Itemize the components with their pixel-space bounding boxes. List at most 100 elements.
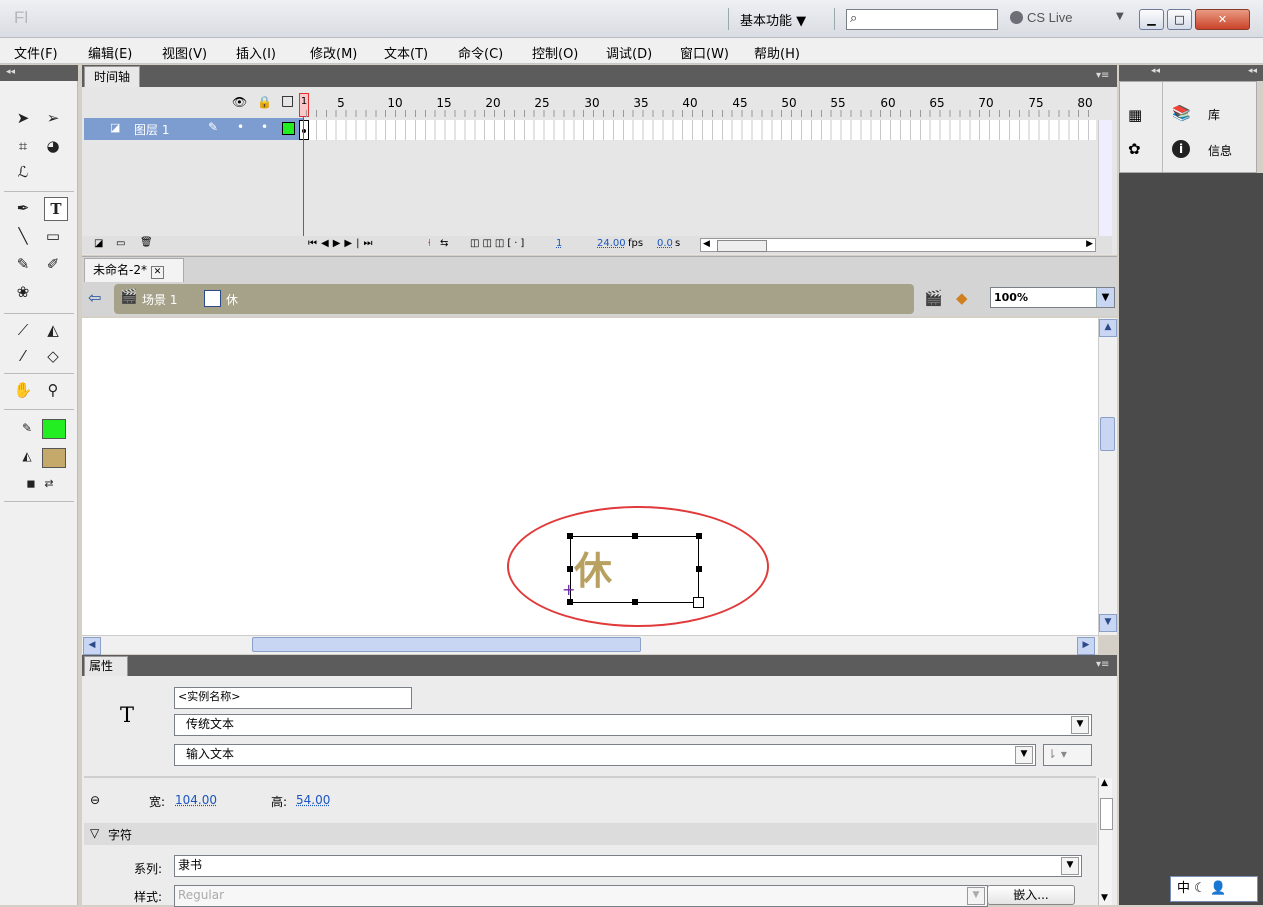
collapse-icon[interactable]: ◂◂ [1248, 66, 1257, 76]
resize-handle[interactable] [632, 533, 638, 539]
resize-handle[interactable] [693, 597, 704, 608]
edit-scene-icon[interactable]: 🎬 [924, 289, 943, 307]
tab-timeline[interactable]: 时间轴 [84, 66, 140, 87]
library-icon[interactable]: 📚 [1172, 104, 1191, 122]
layer-outline-color[interactable] [282, 122, 295, 135]
menu-modify[interactable]: 修改(M) [310, 43, 357, 62]
toolbox-collapse-icon[interactable]: ◂◂ [0, 65, 78, 81]
link-icon[interactable]: ⊖ [90, 793, 100, 807]
chevron-down-icon[interactable]: ▼ [1015, 746, 1033, 764]
ime-toolbar[interactable]: 中 ☾ 👤 [1170, 876, 1258, 902]
swatches-icon[interactable]: ▦ [1128, 106, 1142, 124]
scroll-left-icon[interactable]: ◀ [703, 239, 710, 249]
lasso-tool-icon[interactable]: ℒ [12, 161, 34, 183]
eye-icon[interactable]: 👁 [232, 95, 247, 109]
font-style-select[interactable]: Regular ▼ [174, 885, 988, 907]
subselection-tool-icon[interactable]: ➢ [42, 107, 64, 129]
3d-rotation-tool-icon[interactable]: ◕ [42, 135, 64, 157]
menu-debug[interactable]: 调试(D) [606, 43, 652, 62]
chevron-down-icon[interactable]: ▼ [1071, 716, 1089, 734]
info-icon[interactable]: i [1172, 140, 1190, 158]
brush-tool-icon[interactable]: ✐ [42, 253, 64, 275]
keyframe[interactable] [299, 120, 309, 140]
current-frame-value[interactable]: 1 [556, 238, 562, 249]
width-value[interactable]: 104.00 [175, 793, 217, 807]
hand-icon[interactable]: ✋ [12, 379, 34, 401]
edit-symbol-icon[interactable]: ◆ [956, 289, 968, 307]
back-arrow-icon[interactable]: ⇦ [88, 288, 101, 307]
zoom-icon[interactable]: ⚲ [42, 379, 64, 401]
time-value[interactable]: 0.0 [657, 238, 673, 249]
pen-tool-icon[interactable]: ✒ [12, 197, 34, 219]
new-folder-icon[interactable]: ▭ [116, 238, 125, 249]
menu-edit[interactable]: 编辑(E) [88, 43, 132, 62]
loop-icon[interactable]: ⇆ [440, 238, 448, 249]
stage-vertical-scrollbar[interactable] [1098, 318, 1117, 635]
help-search-input[interactable]: ⌕ [846, 9, 998, 30]
maximize-button[interactable]: □ [1167, 9, 1192, 30]
playback-controls[interactable]: ⏮◀▶▶|⏭ [308, 238, 376, 249]
menu-commands[interactable]: 命令(C) [458, 43, 503, 62]
resize-handle[interactable] [567, 533, 573, 539]
lock-icon[interactable]: 🔒 [257, 95, 272, 109]
chevron-down-icon[interactable]: ▼ [1061, 857, 1079, 875]
stage-text[interactable]: 休 [574, 540, 612, 595]
chevron-down-icon[interactable]: ▼ [967, 887, 985, 905]
user-icon[interactable]: 👤 [1210, 881, 1226, 896]
close-icon[interactable]: ✕ [150, 266, 164, 279]
scroll-down-icon[interactable]: ▼ [1101, 893, 1108, 903]
eyedropper-icon[interactable]: ⁄ [12, 345, 34, 367]
resize-handle[interactable] [567, 566, 573, 572]
workspace-switcher[interactable]: 基本功能 ▼ [740, 10, 806, 29]
chevron-down-icon[interactable]: ▼ [1116, 11, 1124, 22]
scroll-right-icon[interactable]: ▶ [1086, 239, 1093, 249]
scroll-right-icon[interactable]: ▶ [1077, 637, 1095, 655]
onion-skin-icons[interactable]: ◫◫◫[·] [470, 238, 527, 249]
deco-tool-icon[interactable]: ❀ [12, 281, 34, 303]
tab-properties[interactable]: 属性 [84, 656, 128, 676]
fps-value[interactable]: 24.00 [597, 238, 626, 249]
scroll-left-icon[interactable]: ◀ [83, 637, 101, 655]
scroll-thumb[interactable] [1100, 798, 1113, 830]
new-layer-icon[interactable]: ◪ [94, 238, 103, 249]
text-orientation-select[interactable]: ⇂ ▾ [1043, 744, 1092, 766]
menu-window[interactable]: 窗口(W) [680, 43, 729, 62]
embed-button[interactable]: 嵌入... [987, 885, 1075, 905]
document-tab[interactable]: 未命名-2* ✕ [84, 258, 184, 282]
resize-handle[interactable] [696, 533, 702, 539]
menu-view[interactable]: 视图(V) [162, 43, 207, 62]
panel-menu-icon[interactable]: ▾≡ [1096, 70, 1109, 81]
text-engine-select[interactable]: 传统文本 ▼ [174, 714, 1092, 736]
visibility-dot[interactable]: • [237, 120, 244, 134]
collapse-icon[interactable]: ◂◂ [1151, 66, 1160, 76]
rectangle-tool-icon[interactable]: ▭ [42, 225, 64, 247]
swap-colors-icon[interactable]: ⇄ [38, 473, 60, 495]
breadcrumb-scene[interactable]: 场景 1 [142, 291, 177, 308]
library-label[interactable]: 库 [1208, 106, 1220, 123]
ime-mode[interactable]: 中 [1177, 881, 1190, 896]
close-button[interactable]: ✕ [1195, 9, 1250, 30]
text-tool-icon[interactable]: T [44, 197, 68, 221]
free-transform-tool-icon[interactable]: ⌗ [12, 135, 34, 157]
lock-dot[interactable]: • [261, 120, 268, 134]
pencil-tool-icon[interactable]: ✎ [12, 253, 34, 275]
line-tool-icon[interactable]: ╲ [12, 225, 34, 247]
resize-handle[interactable] [696, 566, 702, 572]
color-icon[interactable]: ✿ [1128, 140, 1141, 158]
scroll-thumb[interactable] [252, 637, 641, 652]
moon-icon[interactable]: ☾ [1194, 881, 1206, 896]
scroll-up-icon[interactable]: ▲ [1099, 319, 1117, 337]
properties-vertical-scrollbar[interactable]: ▲ ▼ [1098, 778, 1113, 905]
scroll-down-icon[interactable]: ▼ [1099, 614, 1117, 632]
scroll-up-icon[interactable]: ▲ [1101, 778, 1108, 788]
character-section-header[interactable]: ▽ 字符 [84, 823, 1097, 845]
layer-row[interactable]: ◪ 图层 1 ✎ • • [84, 118, 304, 140]
text-type-select[interactable]: 输入文本 ▼ [174, 744, 1036, 766]
eraser-icon[interactable]: ◇ [42, 345, 64, 367]
stroke-color-swatch[interactable] [42, 419, 66, 439]
selection-tool-icon[interactable]: ➤ [12, 107, 34, 129]
paint-bucket-icon[interactable]: ◭ [42, 319, 64, 341]
resize-handle[interactable] [632, 599, 638, 605]
fill-color-swatch[interactable] [42, 448, 66, 468]
bone-tool-icon[interactable]: ⟋ [12, 319, 34, 341]
